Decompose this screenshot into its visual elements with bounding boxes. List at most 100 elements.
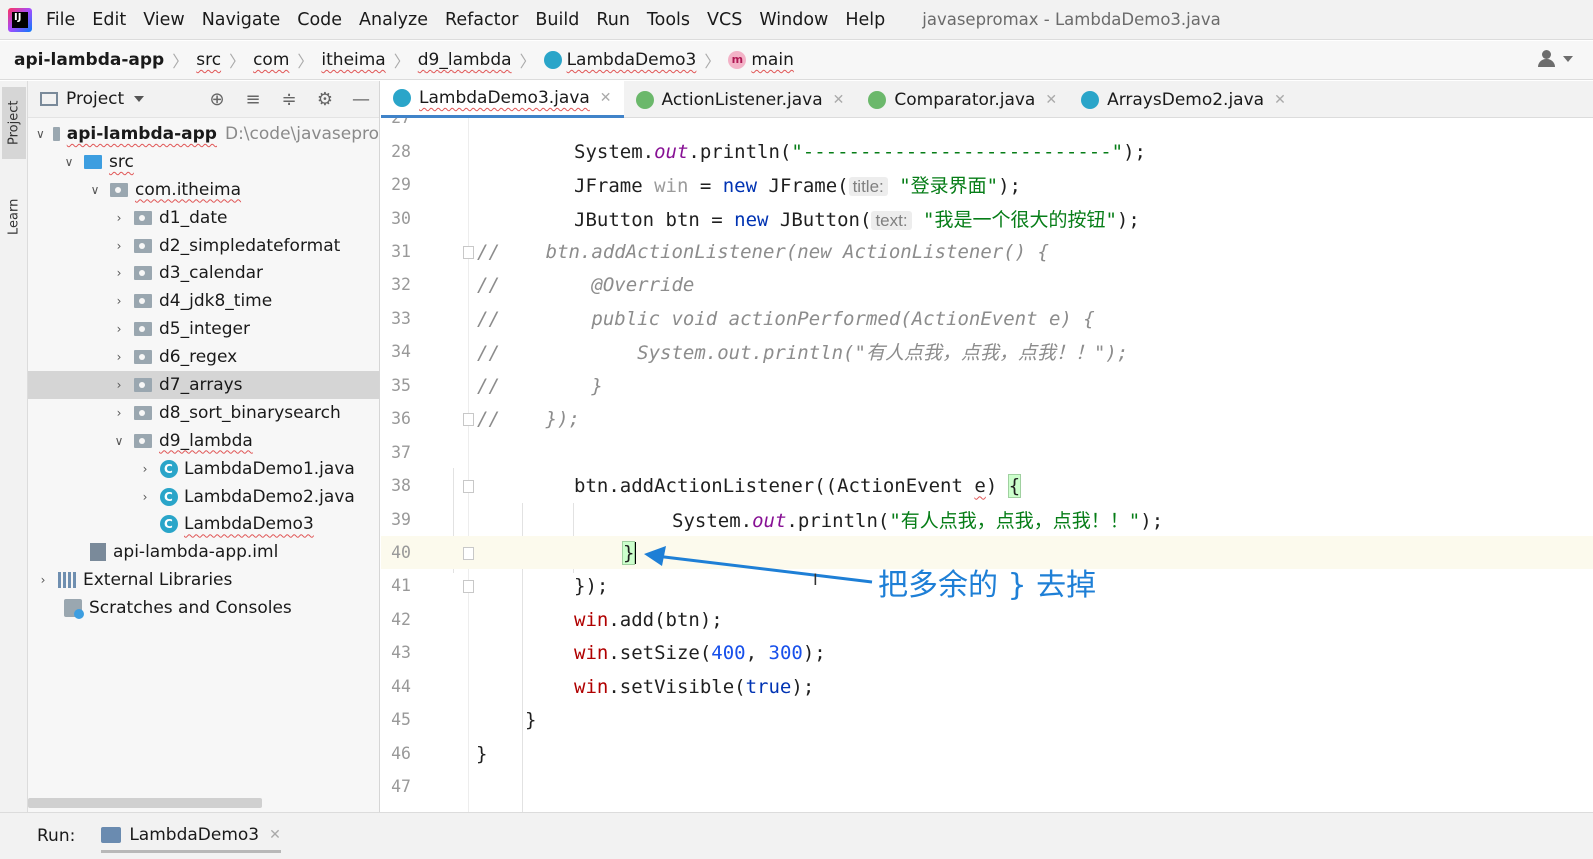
chevron-right-icon[interactable]: › <box>112 294 126 308</box>
chevron-right-icon: 〉 <box>519 52 536 71</box>
chevron-right-icon: 〉 <box>297 52 314 71</box>
fold-marker-icon[interactable] <box>463 246 474 259</box>
code-line: 31 // btn.addActionListener(new ActionLi… <box>381 235 1593 268</box>
line-number: 33 <box>391 309 411 329</box>
tree-item-label: api-lambda-app.iml <box>113 542 279 563</box>
menu-run[interactable]: Run <box>596 10 630 30</box>
breadcrumb-d9-lambda[interactable]: d9_lambda <box>418 50 512 70</box>
tree-item-label: d2_simpledateformat <box>159 235 341 256</box>
tree-item-folder-selected[interactable]: › d7_arrays <box>28 371 379 399</box>
tool-tab-learn[interactable]: Learn <box>2 189 26 245</box>
breadcrumb-project[interactable]: api-lambda-app <box>14 50 164 70</box>
chevron-down-icon[interactable]: ∨ <box>112 434 126 448</box>
tab-arraysdemo2[interactable]: ArraysDemo2.java ✕ <box>1069 81 1298 118</box>
chevron-right-icon[interactable]: › <box>112 266 126 280</box>
tree-item-label: LambdaDemo1.java <box>184 458 355 479</box>
tab-lambdademo3[interactable]: LambdaDemo3.java ✕ <box>381 81 624 118</box>
chevron-right-icon[interactable]: › <box>112 350 126 364</box>
tool-tab-project[interactable]: Project <box>2 87 26 159</box>
locate-icon[interactable]: ⊕ <box>207 90 227 110</box>
menu-view[interactable]: View <box>143 10 185 30</box>
run-bar: Run: LambdaDemo3 ✕ <box>0 812 1593 859</box>
close-icon[interactable]: ✕ <box>269 827 281 843</box>
breadcrumb-itheima[interactable]: itheima <box>321 50 385 70</box>
fold-marker-icon[interactable] <box>463 413 474 426</box>
window-title: javasepromax - LambdaDemo3.java <box>922 10 1221 29</box>
horizontal-scrollbar[interactable] <box>28 798 262 808</box>
code-editor[interactable]: 27 28 System.out.println("--------------… <box>381 118 1593 812</box>
close-icon[interactable]: ✕ <box>600 90 612 106</box>
expand-all-icon[interactable]: ≡ <box>243 90 263 110</box>
tree-item-package[interactable]: ∨ com.itheima <box>28 176 379 204</box>
menu-tools[interactable]: Tools <box>647 10 690 30</box>
close-icon[interactable]: ✕ <box>1274 92 1286 108</box>
menu-build[interactable]: Build <box>535 10 579 30</box>
tree-item-file[interactable]: › LambdaDemo2.java <box>28 483 379 511</box>
chevron-right-icon[interactable]: › <box>138 462 152 476</box>
tree-item-src[interactable]: ∨ src <box>28 148 379 176</box>
chevron-right-icon[interactable]: › <box>112 211 126 225</box>
minimize-icon[interactable]: — <box>351 90 371 110</box>
chevron-down-icon[interactable]: ∨ <box>36 127 45 141</box>
line-number: 28 <box>391 142 411 162</box>
menu-code[interactable]: Code <box>297 10 342 30</box>
gear-icon[interactable]: ⚙ <box>315 90 335 110</box>
tree-item-folder[interactable]: › d6_regex <box>28 343 379 371</box>
breadcrumb-class-wrap[interactable]: LambdaDemo3 <box>543 50 697 70</box>
fold-marker-icon[interactable] <box>463 580 474 593</box>
tree-item-project-root[interactable]: ∨ api-lambda-app D:\code\javasepro <box>28 120 379 148</box>
breadcrumb-method-wrap[interactable]: m main <box>728 50 794 70</box>
menu-navigate[interactable]: Navigate <box>202 10 281 30</box>
tree-item-folder[interactable]: › d5_integer <box>28 315 379 343</box>
breadcrumb-com[interactable]: com <box>253 50 289 70</box>
menu-help[interactable]: Help <box>845 10 885 30</box>
chevron-down-icon[interactable] <box>134 96 145 102</box>
breadcrumb-src[interactable]: src <box>196 50 221 70</box>
code-line: 29 JFrame win = new JFrame(title: "登录界面"… <box>381 168 1593 201</box>
tree-item-file[interactable]: LambdaDemo3 <box>28 510 379 538</box>
menu-analyze[interactable]: Analyze <box>359 10 428 30</box>
chevron-right-icon[interactable]: › <box>112 406 126 420</box>
menu-refactor[interactable]: Refactor <box>445 10 518 30</box>
collapse-all-icon[interactable]: ≑ <box>279 90 299 110</box>
tree-item-file[interactable]: › LambdaDemo1.java <box>28 455 379 483</box>
user-icon[interactable] <box>1537 50 1557 68</box>
code-line: 39 System.out.println("有人点我，点我，点我！！"); <box>381 503 1593 536</box>
menu-edit[interactable]: Edit <box>92 10 126 30</box>
chevron-down-icon[interactable] <box>1563 56 1573 62</box>
chevron-down-icon[interactable]: ∨ <box>62 155 76 169</box>
chevron-right-icon[interactable]: › <box>112 378 126 392</box>
tree-item-label: com.itheima <box>135 179 242 200</box>
tree-item-scratches[interactable]: Scratches and Consoles <box>28 594 379 622</box>
tree-item-folder[interactable]: ∨ d9_lambda <box>28 427 379 455</box>
tree-item-folder[interactable]: › d8_sort_binarysearch <box>28 399 379 427</box>
tree-item-label: External Libraries <box>83 570 233 591</box>
fold-marker-icon[interactable] <box>463 480 474 493</box>
tree-item-folder[interactable]: › d3_calendar <box>28 259 379 287</box>
tree-item-iml[interactable]: api-lambda-app.iml <box>28 538 379 566</box>
breadcrumb-class[interactable]: LambdaDemo3 <box>567 50 697 70</box>
chevron-down-icon[interactable]: ∨ <box>88 183 102 197</box>
fold-marker-icon[interactable] <box>463 547 474 560</box>
line-number: 43 <box>391 643 411 663</box>
tab-comparator[interactable]: Comparator.java ✕ <box>856 81 1069 118</box>
tree-item-folder[interactable]: › d1_date <box>28 204 379 232</box>
tree-item-libraries[interactable]: › External Libraries <box>28 566 379 594</box>
breadcrumb-method[interactable]: main <box>751 50 793 70</box>
chevron-right-icon[interactable]: › <box>112 239 126 253</box>
chevron-right-icon[interactable]: › <box>138 490 152 504</box>
chevron-right-icon[interactable]: › <box>112 322 126 336</box>
menu-vcs[interactable]: VCS <box>707 10 742 30</box>
tree-item-folder[interactable]: › d4_jdk8_time <box>28 287 379 315</box>
close-icon[interactable]: ✕ <box>833 92 845 108</box>
chevron-right-icon[interactable]: › <box>36 573 50 587</box>
tree-item-folder[interactable]: › d2_simpledateformat <box>28 232 379 260</box>
run-tab[interactable]: LambdaDemo3 ✕ <box>101 819 281 853</box>
close-icon[interactable]: ✕ <box>1045 92 1057 108</box>
tab-actionlistener[interactable]: ActionListener.java ✕ <box>624 81 857 118</box>
menu-window[interactable]: Window <box>759 10 828 30</box>
project-panel-title[interactable]: Project <box>66 89 124 109</box>
code-line: 36 // }); <box>381 402 1593 435</box>
menu-file[interactable]: File <box>46 10 75 30</box>
tree-item-label: LambdaDemo3 <box>184 514 314 535</box>
